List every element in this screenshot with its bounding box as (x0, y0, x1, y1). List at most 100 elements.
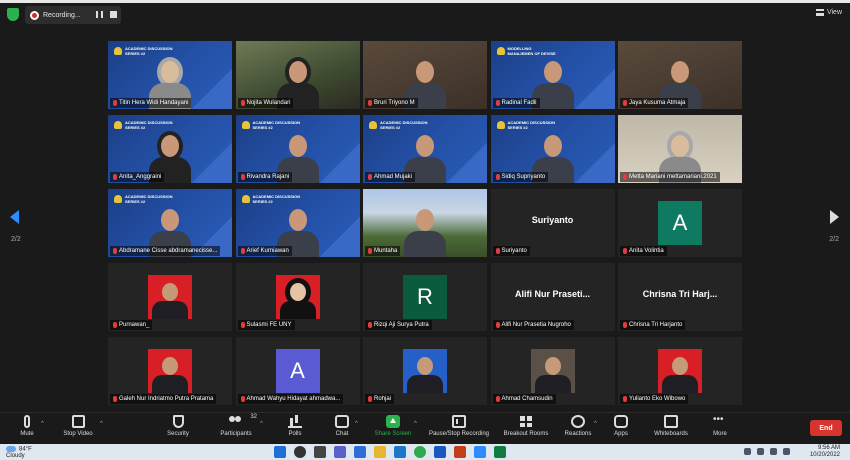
end-meeting-button[interactable]: End (810, 420, 842, 436)
participant-tile[interactable]: Metta Mariani mettamariani.2021 (618, 115, 742, 183)
share-screen-button[interactable]: Share Screen (372, 415, 414, 437)
participant-tile[interactable]: Galeh Nur Indriatmo Putra Pratama (108, 337, 232, 405)
participant-tile[interactable]: Purnawan_ (108, 263, 232, 331)
participants-options-caret-icon[interactable]: ^ (260, 421, 263, 427)
participants-button[interactable]: 32 Participants (216, 414, 257, 437)
powerpoint-icon[interactable] (454, 446, 466, 458)
muted-mic-icon (368, 396, 372, 402)
university-logo-icon (496, 47, 505, 55)
participant-tile[interactable]: R Rizqi Aji Surya Putra (363, 263, 487, 331)
chevron-up-icon[interactable] (744, 448, 751, 455)
participant-tile[interactable]: Muntaha (363, 189, 487, 257)
weather-condition: Cloudy (6, 452, 25, 459)
participant-tile[interactable]: ACADEMIC DISCUSSION SERIES #2 Anita_Anggr… (108, 115, 232, 183)
participant-avatar: A (275, 349, 320, 393)
participant-tile[interactable]: A Ahmad Wahyu Hidayat ahmadwa... (235, 337, 360, 405)
torso (662, 375, 698, 393)
chat-button[interactable]: Chat (331, 415, 353, 437)
university-logo-icon (114, 121, 122, 129)
participant-tile[interactable]: ACADEMIC DISCUSSION SERIES #2 Ahmad Mujak… (363, 115, 487, 183)
university-logo-icon (369, 121, 377, 129)
participant-tile[interactable]: ACADEMIC DISCUSSION SERIES #2 Arief Kurni… (235, 189, 360, 257)
muted-mic-icon (495, 396, 500, 402)
participant-name-label: Arief Kurniawan (237, 246, 292, 256)
security-shield-icon[interactable] (7, 8, 19, 21)
muted-mic-icon (623, 396, 627, 402)
participant-tile[interactable]: Yulianto Eko Wibowo (618, 337, 742, 405)
participant-tile[interactable]: A Anita Volintia (618, 189, 742, 257)
participant-tile[interactable]: ACADEMIC DISCUSSION SERIES #2 Sidiq Supri… (490, 115, 615, 183)
participant-tile[interactable]: Chrisna Tri Harj... Chrisna Tri Harjanto (618, 263, 742, 331)
participant-tile[interactable]: Bruri Triyono M (363, 41, 487, 109)
muted-mic-icon (368, 322, 372, 328)
polls-button[interactable]: Polls (284, 415, 306, 437)
participant-name-label: Ahmad Chamsudin (492, 394, 556, 404)
whiteboards-button[interactable]: Whiteboards (651, 415, 691, 437)
reactions-button[interactable]: Reactions (562, 415, 594, 437)
pause-stop-recording-button[interactable]: Pause/Stop Recording (425, 415, 493, 437)
participant-tile[interactable]: Alifi Nur Praseti... Alifi Nur Prasetia N… (490, 263, 615, 331)
muted-mic-icon (495, 174, 500, 180)
participant-name: Abdramane Cisse abdramanecisse... (119, 248, 218, 254)
search-icon[interactable] (294, 446, 306, 458)
taskbar-clock[interactable]: 9:56 AM 10/20/2022 (810, 445, 840, 459)
mute-button[interactable]: Mute (14, 415, 40, 437)
participant-name-label: Ahmad Mujaki (365, 172, 416, 182)
chat-options-caret-icon[interactable]: ^ (355, 421, 358, 427)
participant-tile[interactable]: Ahmad Chamsudin (490, 337, 615, 405)
task-view-icon[interactable] (314, 446, 326, 458)
profile-picture (403, 349, 447, 393)
edge-icon[interactable] (354, 446, 366, 458)
participant-tile[interactable]: MODELLING MANAJEMEN OF DEVISE Radinal Fad… (490, 41, 615, 109)
file-explorer-icon[interactable] (374, 446, 386, 458)
windows-start-icon[interactable] (274, 446, 286, 458)
breakout-rooms-button[interactable]: Breakout Rooms (500, 415, 552, 437)
participant-name-label: Muntaha (365, 246, 401, 256)
participant-name: Nojita Wulandari (246, 100, 291, 106)
volume-icon[interactable] (783, 448, 790, 455)
participant-name: Arief Kurniawan (246, 248, 289, 254)
wifi-icon[interactable] (770, 448, 777, 455)
cloud-sync-icon[interactable] (757, 448, 764, 455)
participant-name-label: Suriyanto (492, 246, 530, 256)
apps-button[interactable]: Apps (611, 415, 631, 437)
previous-page-arrow-icon[interactable] (10, 210, 19, 224)
polls-chart-icon (288, 415, 302, 428)
more-button[interactable]: More (709, 415, 731, 437)
participant-tile[interactable]: ACADEMIC DISCUSSION SERIES #2 Rivandra Ra… (235, 115, 360, 183)
excel-icon[interactable] (494, 446, 506, 458)
view-button[interactable]: View (815, 9, 842, 16)
zoom-icon[interactable] (474, 446, 486, 458)
video-options-caret-icon[interactable]: ^ (100, 421, 103, 427)
face (161, 61, 179, 83)
participant-tile[interactable]: ACADEMIC DISCUSSION SERIES #2 Abdramane C… (108, 189, 232, 257)
participant-avatar: A (658, 201, 702, 245)
teams-icon[interactable] (334, 446, 346, 458)
word-icon[interactable] (434, 446, 446, 458)
participant-name-label: Jaya Kusuma Atmaja (620, 98, 689, 108)
participant-tile[interactable]: Suriyanto Suriyanto (490, 189, 615, 257)
share-options-caret-icon[interactable]: ^ (414, 421, 417, 427)
security-button[interactable]: Security (163, 415, 193, 437)
shield-icon (172, 415, 184, 428)
participant-tile[interactable]: Rohjai (363, 337, 487, 405)
stop-video-button[interactable]: Stop Video (58, 415, 98, 437)
participant-name: Titin Hera Widi Handayani (119, 100, 189, 106)
participant-tile[interactable]: ACADEMIC DISCUSSION SERIES #2 Titin Hera … (108, 41, 232, 109)
participant-tile[interactable]: Nojita Wulandari (235, 41, 360, 109)
participant-tile[interactable]: Jaya Kusuma Atmaja (618, 41, 742, 109)
pause-recording-icon[interactable] (96, 11, 103, 18)
mail-icon[interactable] (394, 446, 406, 458)
windows-taskbar: 84°F Cloudy 9:56 AM 10/20/2022 (0, 444, 850, 460)
stop-recording-icon[interactable] (110, 11, 117, 18)
participant-tile[interactable]: Sulasmi FE UNY (235, 263, 360, 331)
face (288, 209, 307, 231)
reactions-options-caret-icon[interactable]: ^ (594, 421, 597, 427)
mute-options-caret-icon[interactable]: ^ (41, 421, 44, 427)
participant-name: Jaya Kusuma Atmaja (629, 100, 686, 106)
muted-mic-icon (368, 248, 372, 254)
clock-time: 9:56 AM (817, 445, 840, 451)
chrome-icon[interactable] (414, 446, 426, 458)
weather-widget[interactable]: 84°F Cloudy (6, 446, 32, 459)
next-page-arrow-icon[interactable] (830, 210, 839, 224)
